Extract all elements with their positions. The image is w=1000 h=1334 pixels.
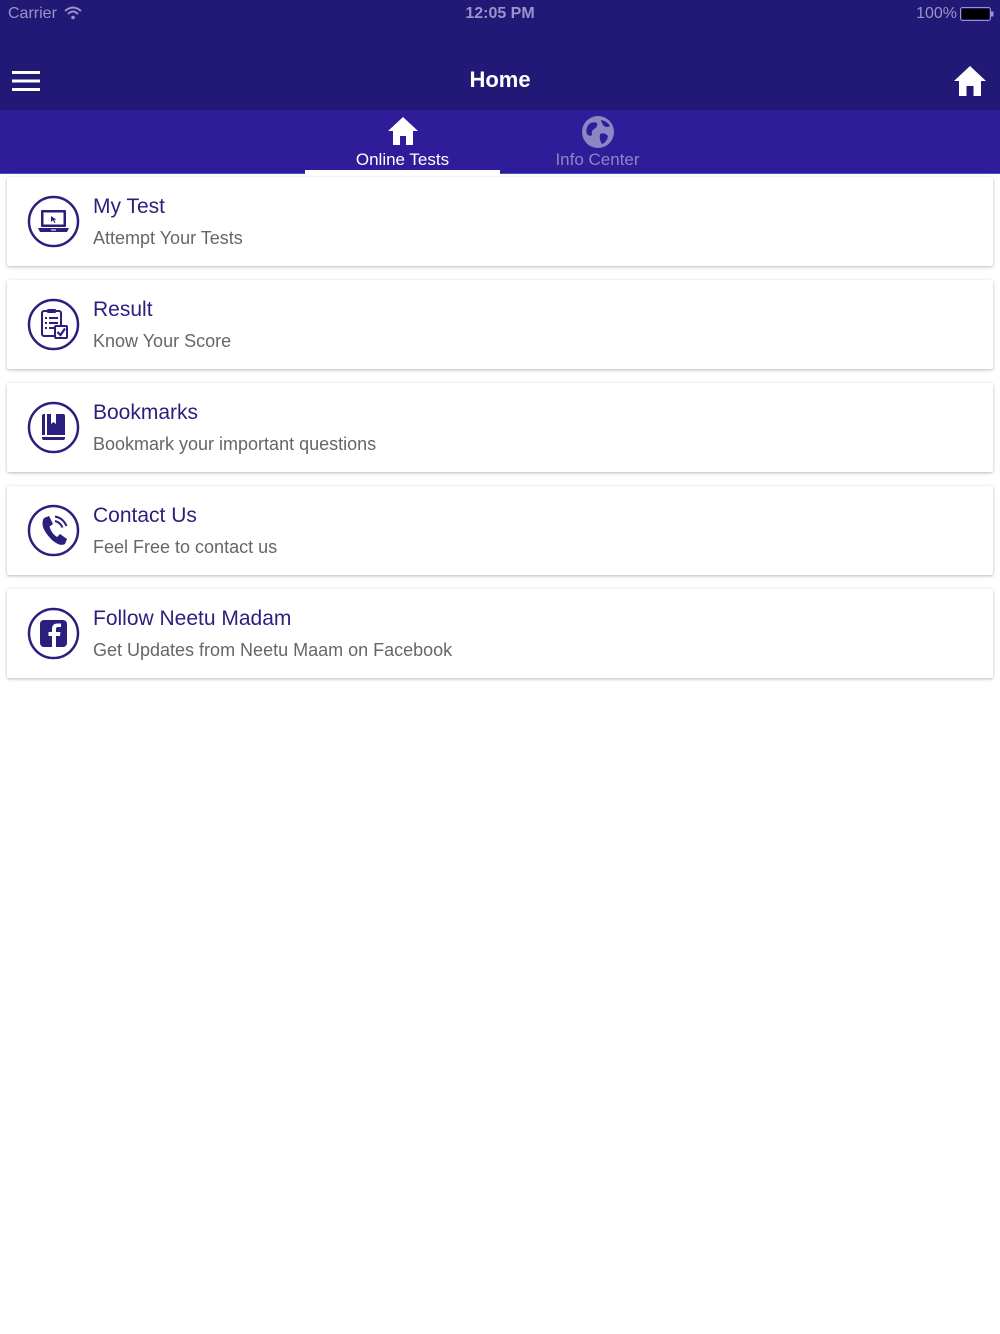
book-icon	[27, 401, 80, 454]
phone-icon	[27, 504, 80, 557]
menu-item-title: Contact Us	[93, 504, 197, 527]
tab-info-center-label: Info Center	[555, 150, 640, 169]
tab-bar: Online Tests Info Center	[0, 110, 1000, 174]
battery-icon	[960, 7, 994, 21]
menu-item-title: My Test	[93, 195, 165, 218]
menu-item-subtitle: Know Your Score	[93, 331, 232, 351]
tab-online-tests-label: Online Tests	[355, 150, 450, 169]
menu-item-result[interactable]: Result Know Your Score	[7, 280, 993, 369]
status-time: 12:05 PM	[465, 5, 535, 22]
facebook-icon	[27, 607, 80, 660]
tab-online-tests[interactable]: Online Tests	[305, 110, 500, 174]
home-icon[interactable]	[953, 64, 987, 98]
menu-item-my-test[interactable]: My Test Attempt Your Tests	[7, 177, 993, 266]
menu-item-subtitle: Get Updates from Neetu Maam on Facebook	[93, 640, 453, 660]
clipboard-check-icon	[27, 298, 80, 351]
menu-item-title: Result	[93, 298, 153, 321]
menu-item-contact-us[interactable]: Contact Us Feel Free to contact us	[7, 486, 993, 575]
menu-item-subtitle: Feel Free to contact us	[93, 537, 278, 557]
menu-item-subtitle: Attempt Your Tests	[93, 228, 243, 248]
battery-percent: 100%	[916, 5, 957, 22]
menu-item-title: Follow Neetu Madam	[93, 607, 292, 630]
menu-item-subtitle: Bookmark your important questions	[93, 434, 377, 454]
globe-icon	[582, 116, 614, 148]
menu-item-title: Bookmarks	[93, 401, 199, 424]
menu-item-bookmarks[interactable]: Bookmarks Bookmark your important questi…	[7, 383, 993, 472]
laptop-icon	[27, 195, 80, 248]
home-icon	[388, 117, 418, 145]
menu-item-follow-neetu-madam[interactable]: Follow Neetu Madam Get Updates from Neet…	[7, 589, 993, 678]
active-tab-indicator	[305, 170, 500, 174]
tab-info-center[interactable]: Info Center	[500, 110, 695, 173]
status-bar: Carrier 12:05 PM 100%	[0, 0, 1000, 28]
app-header: Carrier 12:05 PM 100% Home	[0, 0, 1000, 110]
page-title: Home	[469, 67, 531, 92]
